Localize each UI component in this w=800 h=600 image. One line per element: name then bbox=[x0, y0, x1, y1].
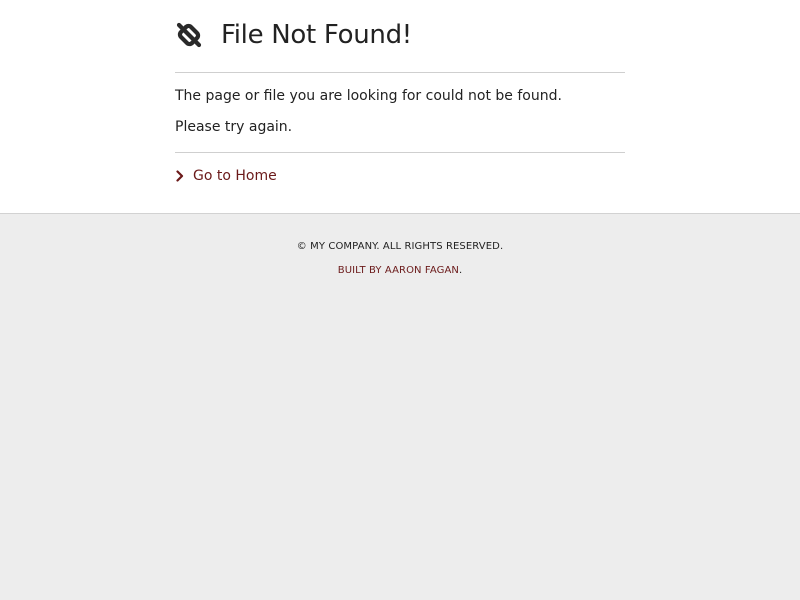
built-by-suffix: . bbox=[458, 265, 463, 276]
message-line-1: The page or file you are looking for cou… bbox=[175, 88, 562, 104]
page-title: File Not Found! bbox=[221, 20, 412, 50]
copyright-text: © MY COMPANY. ALL RIGHTS RESERVED. bbox=[296, 241, 504, 252]
message-line-2: Please try again. bbox=[175, 119, 293, 135]
content-container: File Not Found! The page or file you are… bbox=[175, 0, 625, 184]
built-by-link[interactable]: BUILT BY AARON FAGAN bbox=[338, 265, 459, 276]
go-to-home-label: Go to Home bbox=[193, 168, 277, 184]
go-to-home-link[interactable]: Go to Home bbox=[175, 168, 277, 184]
footer: © MY COMPANY. ALL RIGHTS RESERVED. BUILT… bbox=[0, 214, 800, 277]
main-content: File Not Found! The page or file you are… bbox=[0, 0, 800, 214]
built-by-line: BUILT BY AARON FAGAN. bbox=[0, 265, 800, 277]
error-message: The page or file you are looking for cou… bbox=[175, 73, 625, 153]
broken-link-icon bbox=[175, 21, 203, 49]
header: File Not Found! bbox=[175, 0, 625, 73]
chevron-right-icon bbox=[175, 170, 185, 182]
